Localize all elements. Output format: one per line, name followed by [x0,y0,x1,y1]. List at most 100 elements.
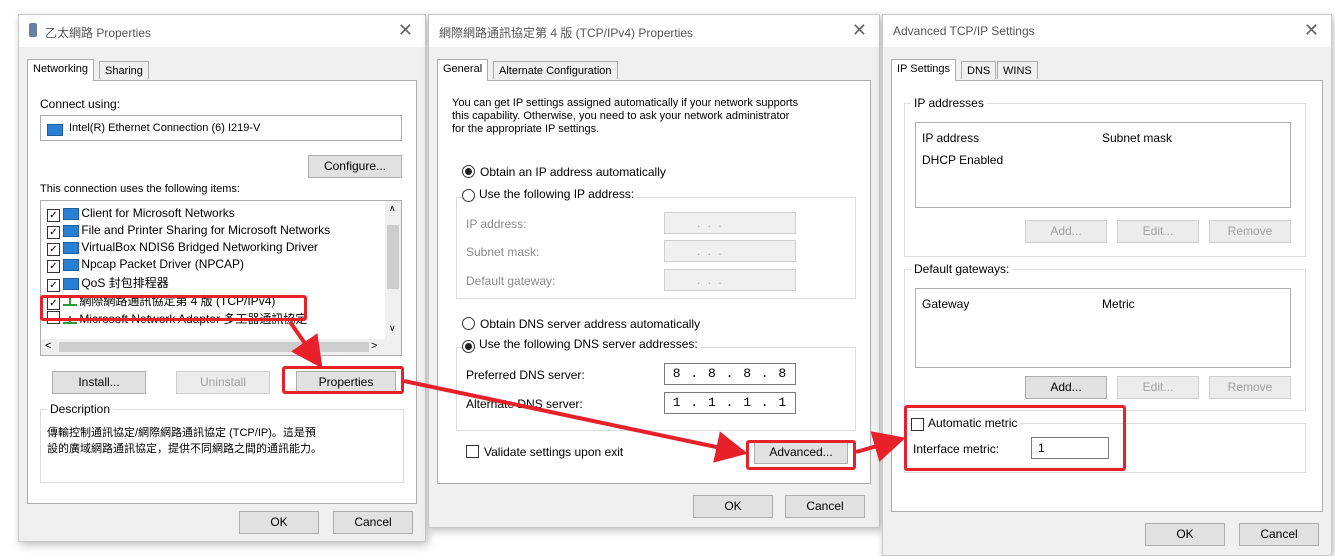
ip-address-label: IP address: [466,217,527,231]
alternate-dns-field[interactable]: 1 . 1 . 1 . 1 [664,392,796,414]
general-panel: You can get IP settings assigned automat… [437,80,871,484]
dhcp-enabled-row[interactable]: DHCP Enabled [922,153,1003,167]
connect-using-label: Connect using: [40,97,121,111]
ok-button[interactable]: OK [239,511,319,534]
tab-wins[interactable]: WINS [997,61,1038,79]
tab-general[interactable]: General [437,59,489,81]
list-item-tcp-ipv4[interactable]: ✓ 網際網路通訊協定第 4 版 (TCP/IPv4) [47,292,275,310]
description-text-line1: 傳輸控制通訊協定/網際網路通訊協定 (TCP/IP)。這是預 [47,427,316,439]
title-bar: 網際網路通訊協定第 4 版 (TCP/IPv4) Properties ✕ [429,15,879,47]
scroll-down-icon[interactable]: ∨ [389,323,396,334]
configure-button[interactable]: Configure... [308,155,402,178]
ip-edit-button[interactable]: Edit... [1117,220,1199,243]
col-gateway: Gateway [922,297,970,311]
automatic-metric-checkbox[interactable] [911,418,924,431]
tab-networking[interactable]: Networking [27,59,95,81]
use-following-dns-label: Use the following DNS server addresses: [476,337,701,351]
network-adapter-icon [29,23,37,37]
use-following-ip-label: Use the following IP address: [476,187,638,201]
description-text-line2: 設的廣域網路通訊協定，提供不同網路之間的通訊能力。 [47,443,322,455]
title-bar: Advanced TCP/IP Settings ✕ [883,15,1331,47]
checkbox[interactable]: ✓ [47,226,60,239]
obtain-dns-auto-radio[interactable] [462,317,475,330]
automatic-metric-label: Automatic metric [925,416,1021,430]
cancel-button[interactable]: Cancel [333,511,413,534]
metric-group: Automatic metric Interface metric: 1 [904,416,1306,473]
ip-addresses-list: IP address Subnet mask DHCP Enabled [915,122,1291,208]
intro-line3: for the appropriate IP settings. [452,123,600,135]
horizontal-scrollbar[interactable]: < > [41,339,401,355]
default-gateway-label: Default gateway: [466,274,556,288]
cancel-button[interactable]: Cancel [785,495,865,518]
hscroll-thumb[interactable] [59,342,369,352]
ok-button[interactable]: OK [693,495,773,518]
ip-addresses-label: IP addresses [911,96,987,110]
items-label: This connection uses the following items… [40,183,240,195]
use-following-ip-radio[interactable] [462,189,475,202]
advanced-button[interactable]: Advanced... [754,441,848,464]
gateway-edit-button[interactable]: Edit... [1117,376,1199,399]
list-item[interactable]: Microsoft Network Adapter 多工器通訊協定 [47,310,307,326]
subnet-mask-field[interactable]: . . . [664,240,796,262]
gateway-remove-button[interactable]: Remove [1209,376,1291,399]
col-subnet-mask: Subnet mask [1102,131,1173,145]
protocol-icon [63,297,78,307]
ip-remove-button[interactable]: Remove [1209,220,1291,243]
protocol-icon [63,315,78,325]
checkbox[interactable]: ✓ [47,209,60,222]
preferred-dns-field[interactable]: 8 . 8 . 8 . 8 [664,363,796,385]
col-metric: Metric [1102,297,1135,311]
ip-add-button[interactable]: Add... [1025,220,1107,243]
properties-button[interactable]: Properties [296,371,396,394]
vertical-scrollbar[interactable]: ∧ ∨ [385,201,401,339]
validate-label: Validate settings upon exit [484,445,624,459]
ok-button[interactable]: OK [1145,523,1225,546]
adapter-box: Intel(R) Ethernet Connection (6) I219-V [40,115,402,141]
default-gateway-field[interactable]: . . . [664,269,796,291]
tab-sharing[interactable]: Sharing [99,61,149,79]
checkbox[interactable]: ✓ [47,260,60,273]
checkbox[interactable]: ✓ [47,279,60,292]
list-item[interactable]: ✓ File and Printer Sharing for Microsoft… [47,223,330,239]
description-group: Description 傳輸控制通訊協定/網際網路通訊協定 (TCP/IP)。這… [40,402,404,483]
gateway-add-button[interactable]: Add... [1025,376,1107,399]
checkbox[interactable]: ✓ [47,297,60,310]
scroll-left-icon[interactable]: < [45,340,51,352]
alternate-dns-label: Alternate DNS server: [466,397,583,411]
scroll-up-icon[interactable]: ∧ [389,203,396,214]
close-icon[interactable]: ✕ [1304,20,1319,41]
ethernet-properties-window: 乙太網路 Properties ✕ Networking Sharing Con… [18,14,426,542]
list-item[interactable]: ✓ Npcap Packet Driver (NPCAP) [47,257,244,273]
tab-ip-settings[interactable]: IP Settings [891,59,956,81]
scroll-right-icon[interactable]: > [371,340,377,352]
obtain-ip-auto-label: Obtain an IP address automatically [480,165,666,179]
tab-alternate-configuration[interactable]: Alternate Configuration [493,61,618,79]
list-item[interactable]: ✓ Client for Microsoft Networks [47,206,235,222]
networking-panel: Connect using: Intel(R) Ethernet Connect… [27,80,417,504]
close-icon[interactable]: ✕ [398,20,413,41]
subnet-mask-label: Subnet mask: [466,245,540,259]
list-item[interactable]: ✓ VirtualBox NDIS6 Bridged Networking Dr… [47,240,318,256]
list-item[interactable]: ✓ QoS 封包排程器 [47,274,169,292]
default-gateways-group: Default gateways: Gateway Metric Add... … [904,262,1306,411]
tab-dns[interactable]: DNS [961,61,997,79]
interface-metric-field[interactable]: 1 [1031,437,1109,459]
uninstall-button[interactable]: Uninstall [176,371,270,394]
validate-checkbox[interactable] [466,445,479,458]
checkbox[interactable] [47,311,60,324]
network-card-icon [47,122,65,136]
scroll-thumb[interactable] [387,225,399,289]
install-button[interactable]: Install... [52,371,146,394]
ipv4-properties-window: 網際網路通訊協定第 4 版 (TCP/IPv4) Properties ✕ Ge… [428,14,880,528]
cancel-button[interactable]: Cancel [1239,523,1319,546]
ip-addresses-group: IP addresses IP address Subnet mask DHCP… [904,96,1306,257]
description-label: Description [47,402,114,416]
static-dns-group [456,347,856,431]
use-following-dns-radio[interactable] [462,340,475,353]
obtain-ip-auto-radio[interactable] [462,165,475,178]
col-ip-address: IP address [922,131,980,145]
close-icon[interactable]: ✕ [852,20,867,41]
ip-address-field[interactable]: . . . [664,212,796,234]
intro-line1: You can get IP settings assigned automat… [452,97,799,109]
checkbox[interactable]: ✓ [47,243,60,256]
